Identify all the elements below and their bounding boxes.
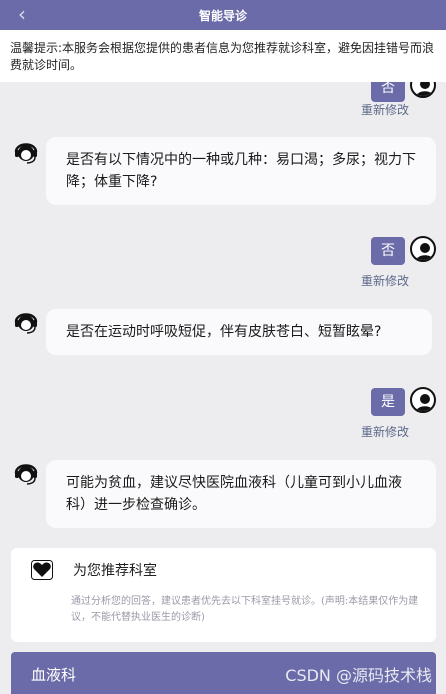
bot-message-bubble: 是否在运动时呼吸短促，伴有皮肤苍白、短暂眩晕? xyxy=(46,309,432,355)
heart-icon xyxy=(31,560,53,580)
bot-avatar-icon xyxy=(12,308,40,336)
user-avatar-icon xyxy=(410,236,436,262)
edit-answer-link[interactable]: 重新修改 xyxy=(361,101,409,118)
bot-avatar-icon xyxy=(12,459,40,487)
department-name: 血液科 xyxy=(31,666,77,684)
bot-avatar-icon xyxy=(12,138,40,166)
recommendation-title: 为您推荐科室 xyxy=(73,563,157,579)
page-title: 智能导诊 xyxy=(198,8,247,23)
edit-answer-link[interactable]: 重新修改 xyxy=(361,423,409,440)
watermark: CSDN @源码技术栈 xyxy=(285,666,432,685)
user-message-bubble: 是 xyxy=(371,388,405,416)
notice-text: 温馨提示:本服务会根据您提供的患者信息为您推荐就诊科室，避免因挂错号而浪费就诊时… xyxy=(10,41,435,72)
app-header: ‹ 智能导诊 xyxy=(0,0,446,30)
bot-message-bubble: 是否有以下情况中的一种或几种：易口渴；多尿；视力下降；体重下降? xyxy=(46,137,436,205)
edit-answer-link[interactable]: 重新修改 xyxy=(361,272,409,289)
bot-message-bubble: 可能为贫血，建议尽快医院血液科（儿童可到小儿血液科）进一步检查确诊。 xyxy=(46,460,436,528)
user-message-bubble: 否 xyxy=(371,237,405,265)
user-avatar-icon xyxy=(410,387,436,413)
chevron-left-icon[interactable]: ‹ xyxy=(18,4,26,24)
recommendation-card: 为您推荐科室 通过分析您的回答，建议患者优先去以下科室挂号就诊。(声明:本结果仅… xyxy=(11,548,436,642)
notice-banner: 温馨提示:本服务会根据您提供的患者信息为您推荐就诊科室，避免因挂错号而浪费就诊时… xyxy=(0,30,446,82)
recommendation-description: 通过分析您的回答，建议患者优先去以下科室挂号就诊。(声明:本结果仅作为建议，不能… xyxy=(71,596,419,623)
